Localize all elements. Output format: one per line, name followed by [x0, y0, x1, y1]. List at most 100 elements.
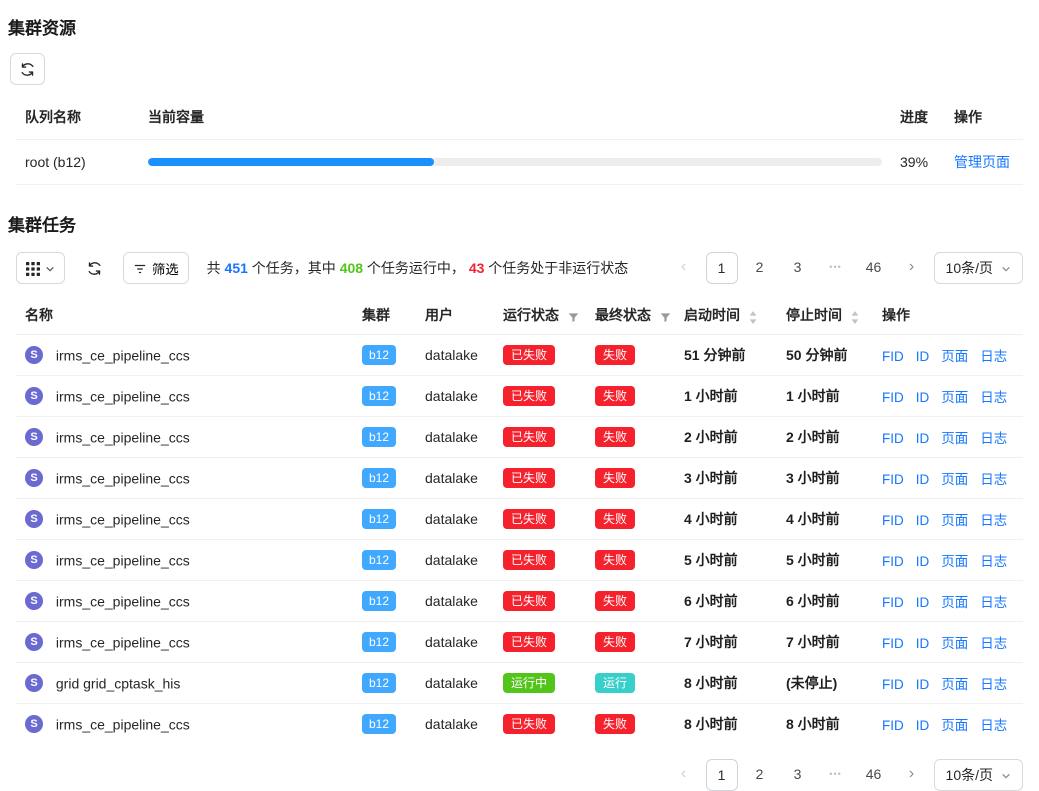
stop-time: 8 小时前 [786, 716, 840, 732]
fid-link[interactable]: FID [882, 349, 904, 364]
page-button-3[interactable]: 3 [782, 252, 814, 284]
table-row: S irms_ce_pipeline_ccs b12 datalake 已失败 … [16, 458, 1023, 499]
log-link[interactable]: 日志 [980, 636, 1007, 651]
task-name: irms_ce_pipeline_ccs [56, 388, 190, 404]
page-link[interactable]: 页面 [941, 677, 968, 692]
log-link[interactable]: 日志 [980, 431, 1007, 446]
table-row: S irms_ce_pipeline_ccs b12 datalake 已失败 … [16, 581, 1023, 622]
run-status-badge: 已失败 [503, 550, 555, 570]
avatar: S [25, 633, 43, 651]
avatar: S [25, 551, 43, 569]
page-button-1[interactable]: 1 [706, 252, 738, 284]
page-ellipsis[interactable]: ••• [820, 759, 852, 791]
cluster-resources-title: 集群资源 [0, 14, 1039, 39]
user-name: datalake [425, 347, 478, 363]
stop-time: 50 分钟前 [786, 347, 847, 363]
log-link[interactable]: 日志 [980, 554, 1007, 569]
page-link[interactable]: 页面 [941, 554, 968, 569]
run-status-badge: 已失败 [503, 345, 555, 365]
pagination-bottom: ‹ 1 2 3 ••• 46 › 10条/页 [0, 759, 1023, 791]
log-link[interactable]: 日志 [980, 349, 1007, 364]
page-size-select[interactable]: 10条/页 [934, 252, 1023, 284]
next-page-button[interactable]: › [896, 759, 928, 791]
table-row: S irms_ce_pipeline_ccs b12 datalake 已失败 … [16, 704, 1023, 745]
page-button-3[interactable]: 3 [782, 759, 814, 791]
sorter-icon[interactable] [851, 308, 859, 324]
fid-link[interactable]: FID [882, 677, 904, 692]
cluster-tag: b12 [362, 427, 396, 447]
refresh-tasks-button[interactable] [77, 252, 111, 284]
sorter-icon[interactable] [749, 308, 757, 324]
page-link[interactable]: 页面 [941, 636, 968, 651]
page-link[interactable]: 页面 [941, 390, 968, 405]
id-link[interactable]: ID [916, 636, 930, 651]
page-ellipsis[interactable]: ••• [820, 252, 852, 284]
fid-link[interactable]: FID [882, 554, 904, 569]
start-time: 7 小时前 [684, 634, 738, 650]
fid-link[interactable]: FID [882, 390, 904, 405]
prev-page-button[interactable]: ‹ [668, 252, 700, 284]
id-link[interactable]: ID [916, 718, 930, 733]
page-link[interactable]: 页面 [941, 718, 968, 733]
fid-link[interactable]: FID [882, 595, 904, 610]
id-link[interactable]: ID [916, 513, 930, 528]
id-link[interactable]: ID [916, 431, 930, 446]
manage-page-link[interactable]: 管理页面 [954, 154, 1010, 170]
fid-link[interactable]: FID [882, 718, 904, 733]
user-name: datalake [425, 470, 478, 486]
user-name: datalake [425, 716, 478, 732]
page-button-2[interactable]: 2 [744, 252, 776, 284]
density-select-button[interactable] [16, 252, 65, 284]
user-name: datalake [425, 593, 478, 609]
run-status-badge: 已失败 [503, 386, 555, 406]
log-link[interactable]: 日志 [980, 472, 1007, 487]
task-name: irms_ce_pipeline_ccs [56, 347, 190, 363]
log-link[interactable]: 日志 [980, 718, 1007, 733]
page-button-2[interactable]: 2 [744, 759, 776, 791]
page-link[interactable]: 页面 [941, 513, 968, 528]
prev-page-button[interactable]: ‹ [668, 759, 700, 791]
cluster-tag: b12 [362, 591, 396, 611]
id-link[interactable]: ID [916, 677, 930, 692]
run-status-badge: 已失败 [503, 714, 555, 734]
fid-link[interactable]: FID [882, 636, 904, 651]
id-link[interactable]: ID [916, 472, 930, 487]
log-link[interactable]: 日志 [980, 390, 1007, 405]
page-link[interactable]: 页面 [941, 595, 968, 610]
id-link[interactable]: ID [916, 390, 930, 405]
page-button-46[interactable]: 46 [858, 252, 890, 284]
id-link[interactable]: ID [916, 554, 930, 569]
col-header-stop-time: 停止时间 [786, 307, 842, 323]
cluster-tag: b12 [362, 550, 396, 570]
page-button-1[interactable]: 1 [706, 759, 738, 791]
final-status-badge: 失败 [595, 509, 635, 529]
id-link[interactable]: ID [916, 595, 930, 610]
log-link[interactable]: 日志 [980, 513, 1007, 528]
start-time: 8 小时前 [684, 716, 738, 732]
page-link[interactable]: 页面 [941, 431, 968, 446]
page-link[interactable]: 页面 [941, 472, 968, 487]
page-button-46[interactable]: 46 [858, 759, 890, 791]
filter-button[interactable]: 筛选 [123, 252, 189, 284]
cluster-tag: b12 [362, 386, 396, 406]
log-link[interactable]: 日志 [980, 595, 1007, 610]
cluster-tag: b12 [362, 714, 396, 734]
page-size-select[interactable]: 10条/页 [934, 759, 1023, 791]
fid-link[interactable]: FID [882, 472, 904, 487]
total-count: 451 [225, 260, 248, 276]
id-link[interactable]: ID [916, 349, 930, 364]
cluster-resources-table: 队列名称 当前容量 进度 操作 root (b12) 39% 管理页面 [16, 95, 1023, 185]
next-page-button[interactable]: › [896, 252, 928, 284]
filter-funnel-icon[interactable] [660, 308, 671, 324]
run-status-badge: 已失败 [503, 509, 555, 529]
refresh-resources-button[interactable] [10, 53, 45, 85]
pagination-top: ‹ 1 2 3 ••• 46 › 10条/页 [668, 252, 1023, 284]
log-link[interactable]: 日志 [980, 677, 1007, 692]
final-status-badge: 失败 [595, 550, 635, 570]
filter-funnel-icon[interactable] [568, 308, 579, 324]
user-name: datalake [425, 552, 478, 568]
start-time: 4 小时前 [684, 511, 738, 527]
fid-link[interactable]: FID [882, 431, 904, 446]
page-link[interactable]: 页面 [941, 349, 968, 364]
fid-link[interactable]: FID [882, 513, 904, 528]
